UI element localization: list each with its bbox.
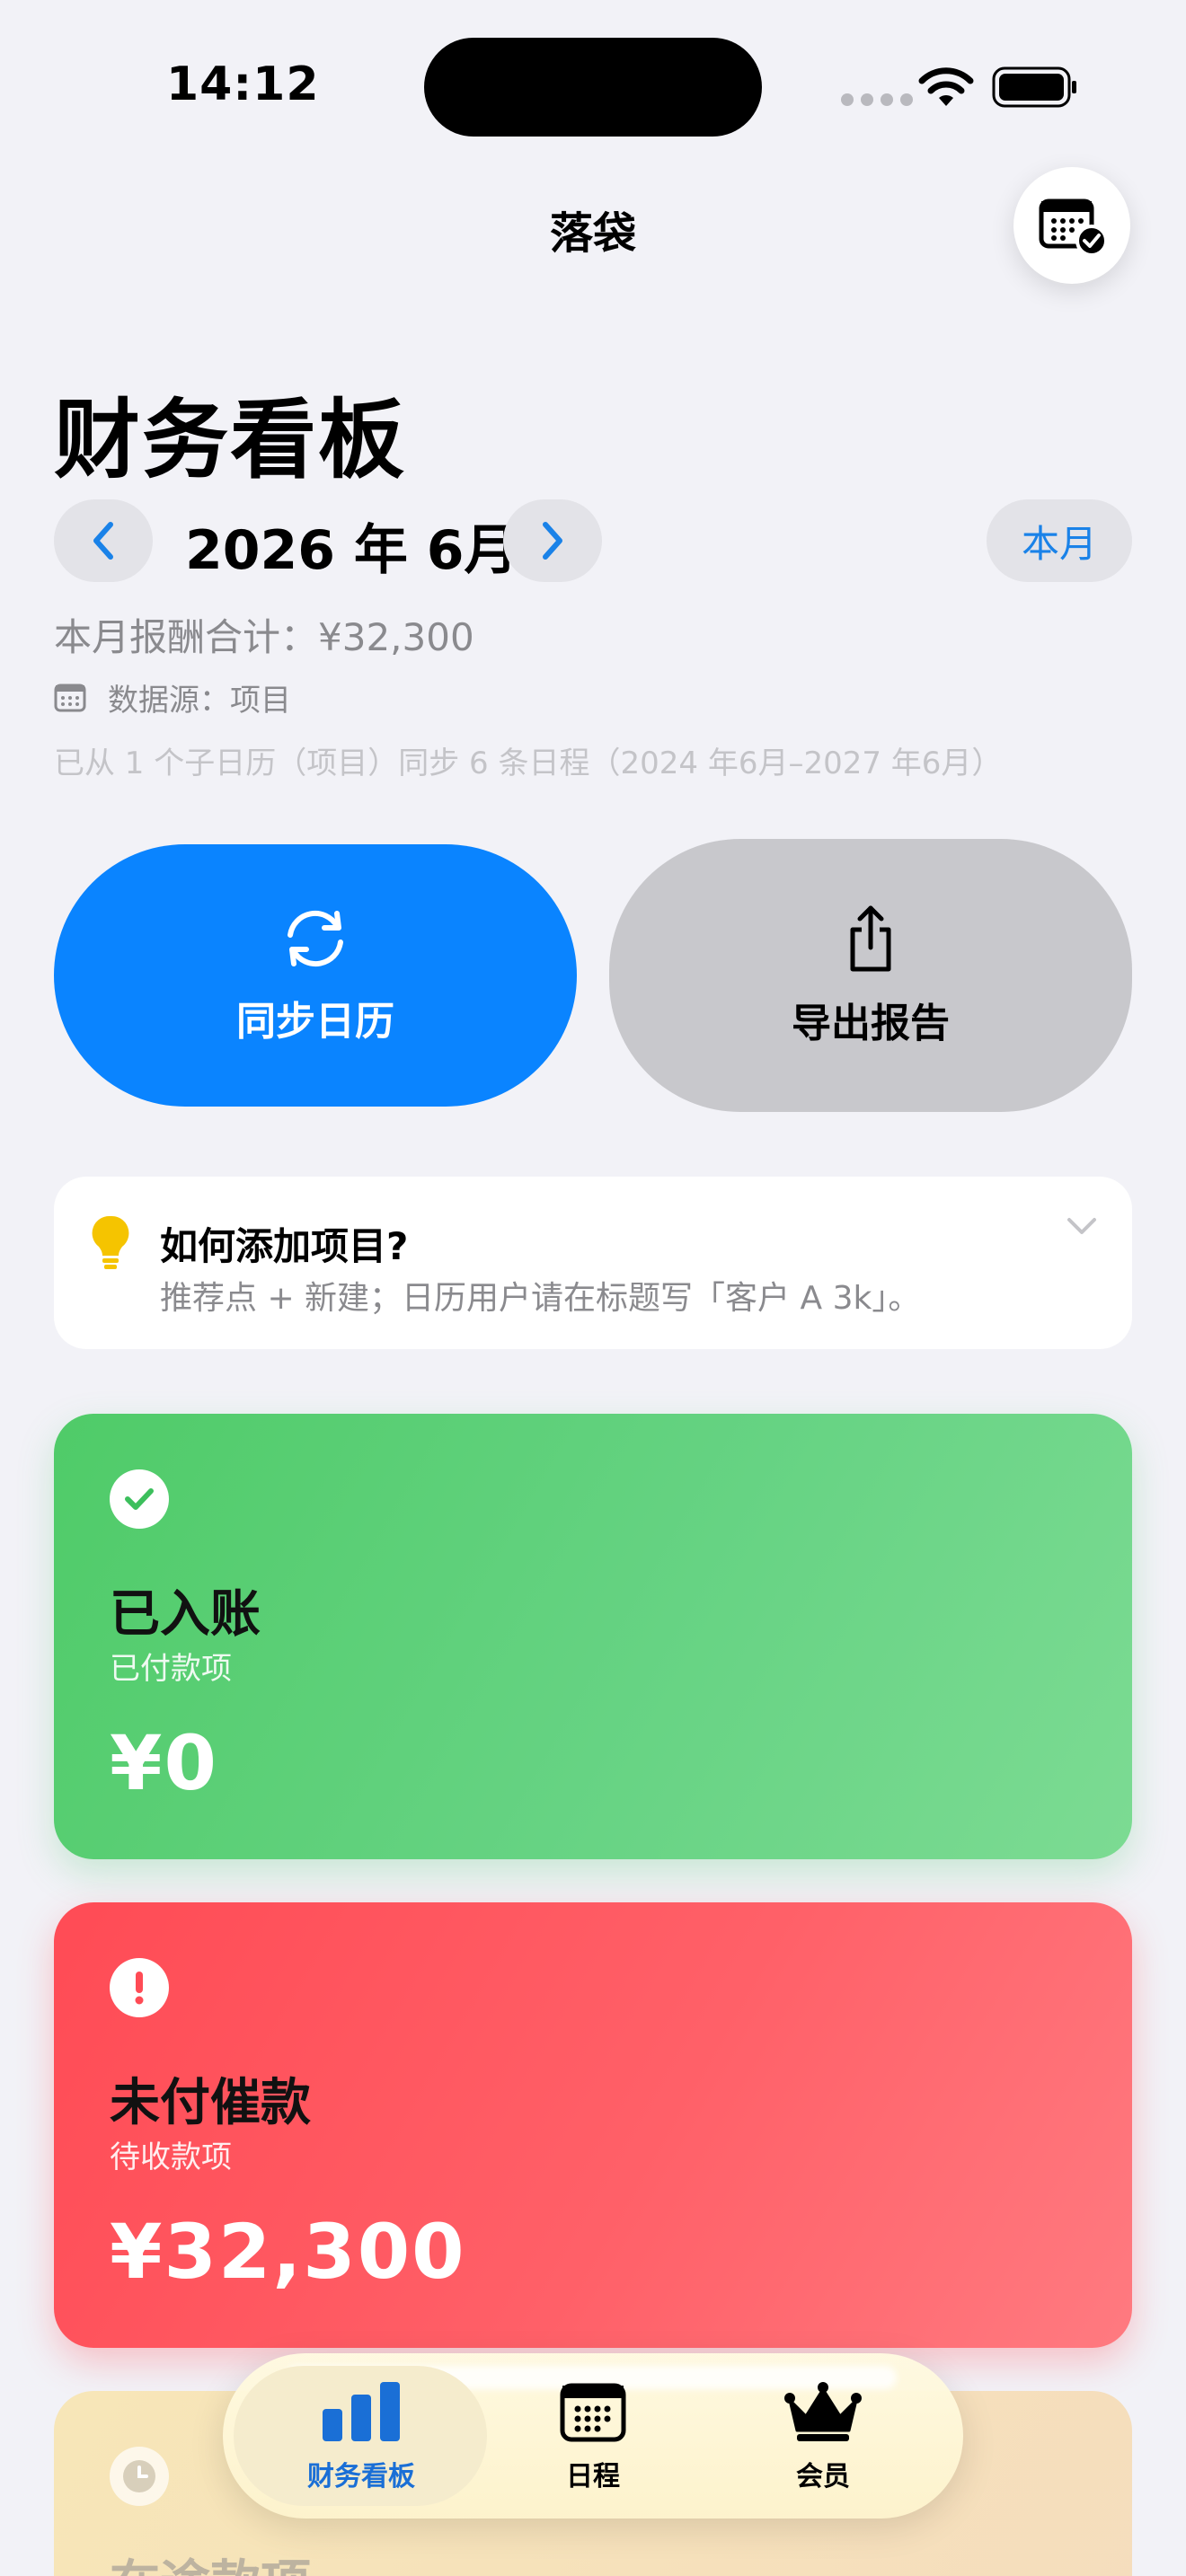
lightbulb-icon <box>92 1215 129 1269</box>
share-icon <box>850 905 891 972</box>
sync-calendar-label: 同步日历 <box>236 999 394 1045</box>
refresh-icon <box>288 910 343 967</box>
paid-title: 已入账 <box>110 1585 261 1644</box>
unpaid-card[interactable]: 未付催款 待收款项 ¥32,300 <box>54 1902 1132 2348</box>
export-report-button[interactable]: 导出报告 <box>609 839 1132 1112</box>
exclamation-icon <box>110 1958 169 2017</box>
data-source-label: 数据源：项目 <box>108 683 291 719</box>
unpaid-title: 未付催款 <box>110 2074 311 2132</box>
checkmark-icon <box>110 1469 169 1529</box>
wifi-icon <box>918 67 974 106</box>
current-month-label: 2026 年 6月 <box>185 519 518 582</box>
calendar-icon <box>54 684 86 711</box>
paid-subtitle: 已付款项 <box>110 1651 232 1687</box>
tip-card[interactable]: 如何添加项目? 推荐点 + 新建；日历用户请在标题写「客户 A 3k」。 <box>54 1177 1132 1349</box>
chevron-left-icon <box>93 522 113 560</box>
paid-amount: ¥0 <box>110 1719 218 1807</box>
tab-dashboard-label: 财务看板 <box>307 2461 415 2492</box>
calendar-sync-button[interactable] <box>1013 167 1130 284</box>
this-month-button[interactable]: 本月 <box>987 499 1132 582</box>
sync-status: 已从 1 个子日历（项目）同步 6 条日程（2024 年6月–2027 年6月） <box>54 745 1003 781</box>
page-title: 财务看板 <box>54 390 406 490</box>
calendar-check-icon <box>1039 198 1108 257</box>
paid-card[interactable]: 已入账 已付款项 ¥0 <box>54 1414 1132 1859</box>
tab-membership[interactable]: 会员 <box>706 2380 940 2493</box>
dynamic-island <box>424 38 762 137</box>
clock-icon <box>110 2447 169 2506</box>
tip-description: 推荐点 + 新建；日历用户请在标题写「客户 A 3k」。 <box>160 1280 921 1317</box>
battery-icon <box>992 66 1076 108</box>
status-time: 14:12 <box>166 57 320 111</box>
sync-calendar-button[interactable]: 同步日历 <box>54 844 577 1107</box>
in-transit-title: 在途款项 <box>110 2544 311 2576</box>
tab-schedule-label: 日程 <box>566 2461 620 2492</box>
previous-month-button[interactable] <box>54 499 153 582</box>
tab-schedule[interactable]: 日程 <box>476 2380 710 2493</box>
tip-title: 如何添加项目? <box>160 1224 409 1268</box>
app-title: 落袋 <box>549 208 636 259</box>
cellular-signal-icon <box>841 93 913 106</box>
tab-membership-label: 会员 <box>796 2461 850 2492</box>
unpaid-subtitle: 待收款项 <box>110 2139 232 2175</box>
bar-chart-icon <box>323 2382 400 2441</box>
crown-icon <box>784 2382 862 2441</box>
calendar-icon <box>560 2383 626 2442</box>
monthly-total: 本月报酬合计：¥32,300 <box>54 615 474 659</box>
chevron-down-icon[interactable] <box>1064 1214 1100 1238</box>
data-source: 数据源：项目 <box>54 675 291 719</box>
export-report-label: 导出报告 <box>792 1001 950 1046</box>
chevron-right-icon <box>543 522 562 560</box>
tab-bar: 财务看板 日程 会员 <box>223 2353 963 2519</box>
next-month-button[interactable] <box>503 499 602 582</box>
tab-dashboard[interactable]: 财务看板 <box>244 2380 478 2493</box>
unpaid-amount: ¥32,300 <box>110 2208 466 2296</box>
